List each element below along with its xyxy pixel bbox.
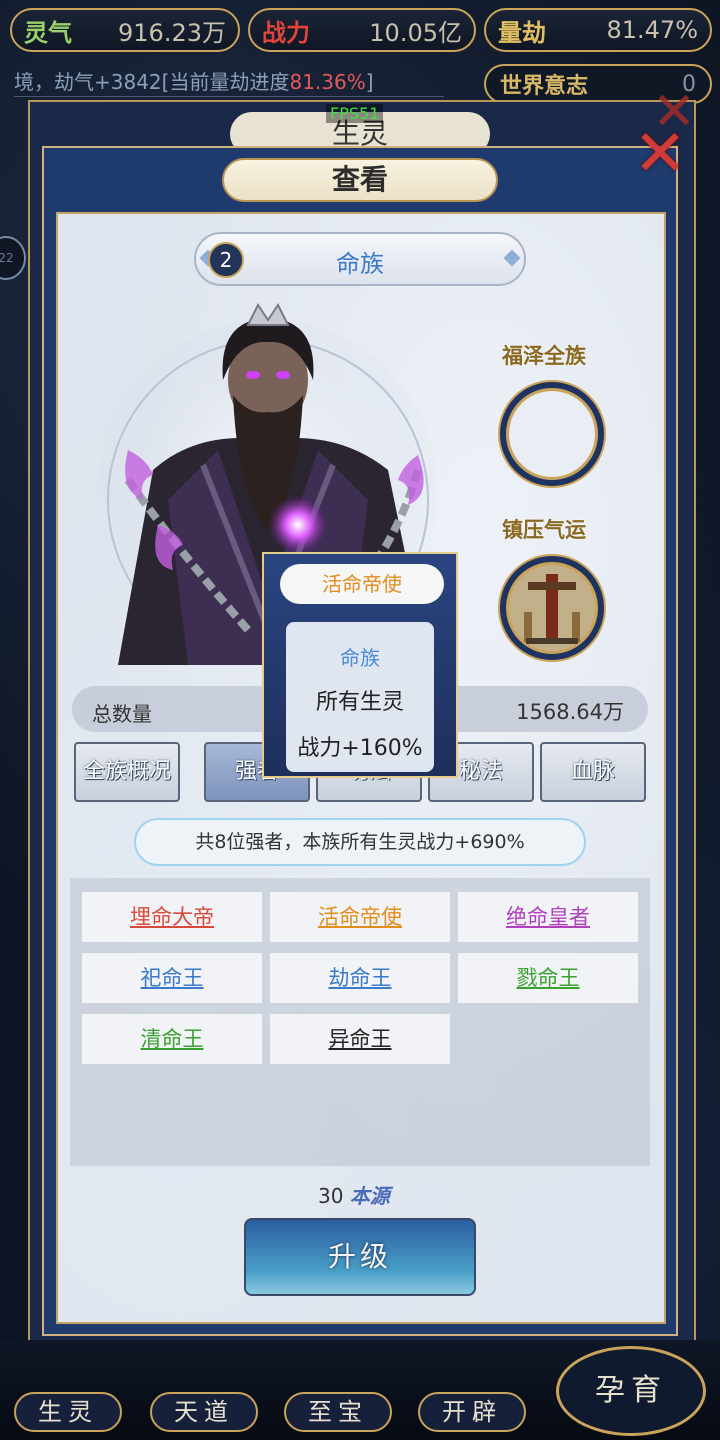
nav-kaipi[interactable]: 开辟 — [418, 1392, 526, 1432]
tab-bloodline[interactable]: 血脉 — [540, 742, 646, 802]
clan-selector[interactable]: 2 命族 — [194, 232, 526, 286]
strongman-cell[interactable]: 绝命皇者 — [458, 892, 638, 942]
strongman-cell[interactable]: 埋命大帝 — [82, 892, 262, 942]
slot-2-label: 镇压气运 — [502, 518, 586, 542]
tooltip-line-2: 战力+160% — [297, 736, 423, 761]
liangjie-value: 81.47% — [606, 16, 698, 44]
strongman-cell[interactable]: 异命王 — [270, 1014, 450, 1064]
nav-tiandao[interactable]: 天道 — [150, 1392, 258, 1432]
world-will-label: 世界意志 — [500, 74, 589, 99]
close-icon[interactable]: ✕ — [628, 122, 692, 186]
upgrade-cost: 30 本源 — [318, 1180, 390, 1209]
ticker-suffix: ] — [365, 70, 374, 94]
zhanli-value: 10.05亿 — [369, 18, 462, 47]
panel-title: 查看 — [222, 158, 498, 202]
nav-yunyu[interactable]: 孕育 — [556, 1346, 706, 1436]
strongmen-summary: 共8位强者，本族所有生灵战力+690% — [134, 818, 586, 866]
event-ticker: 境，劫气+3842[当前量劫进度81.36%] — [14, 66, 444, 97]
strongman-cell[interactable]: 劫命王 — [270, 953, 450, 1003]
ticker-prefix: 境，劫气+3842[当前量劫进度 — [14, 70, 290, 94]
lingqi-label: 灵气 — [24, 18, 72, 47]
total-count-label: 总数量 — [92, 702, 152, 726]
cost-unit: 本源 — [349, 1184, 390, 1208]
fps-counter: FPS51 — [326, 104, 384, 123]
tooltip-line-1: 所有生灵 — [315, 690, 404, 715]
nav-zhibao[interactable]: 至宝 — [284, 1392, 392, 1432]
lingqi-resource[interactable]: 灵气 916.23万 — [10, 8, 240, 52]
treasure-icon — [524, 574, 580, 644]
lingqi-value: 916.23万 — [118, 18, 226, 47]
suppress-luck-slot[interactable] — [500, 556, 604, 660]
strongman-tooltip: 活命帝使 命族 所有生灵 战力+160% — [262, 552, 458, 778]
clan-name: 命族 — [336, 250, 384, 278]
tooltip-title: 活命帝使 — [280, 564, 444, 604]
strongman-cell[interactable]: 戮命王 — [458, 953, 638, 1003]
ticker-highlight: 81.36% — [289, 70, 366, 94]
zhanli-resource[interactable]: 战力 10.05亿 — [248, 8, 476, 52]
strongman-cell[interactable]: 祀命王 — [82, 953, 262, 1003]
cost-value: 30 — [318, 1184, 344, 1208]
liangjie-resource[interactable]: 量劫 81.47% — [484, 8, 712, 52]
zhanli-label: 战力 — [262, 18, 310, 47]
slot-1-label: 福泽全族 — [502, 344, 586, 368]
blessing-slot[interactable] — [500, 382, 604, 486]
strongman-cell[interactable]: 活命帝使 — [270, 892, 450, 942]
tooltip-clan: 命族 — [340, 646, 380, 670]
strongman-cell[interactable]: 清命王 — [82, 1014, 262, 1064]
tooltip-body: 命族 所有生灵 战力+160% — [286, 622, 434, 772]
total-count-value: 1568.64万 — [516, 700, 624, 724]
upgrade-button[interactable]: 升级 — [244, 1218, 476, 1296]
liangjie-label: 量劫 — [498, 18, 546, 47]
nav-shengling[interactable]: 生灵 — [14, 1392, 122, 1432]
tab-overview[interactable]: 全族概况 — [74, 742, 180, 802]
